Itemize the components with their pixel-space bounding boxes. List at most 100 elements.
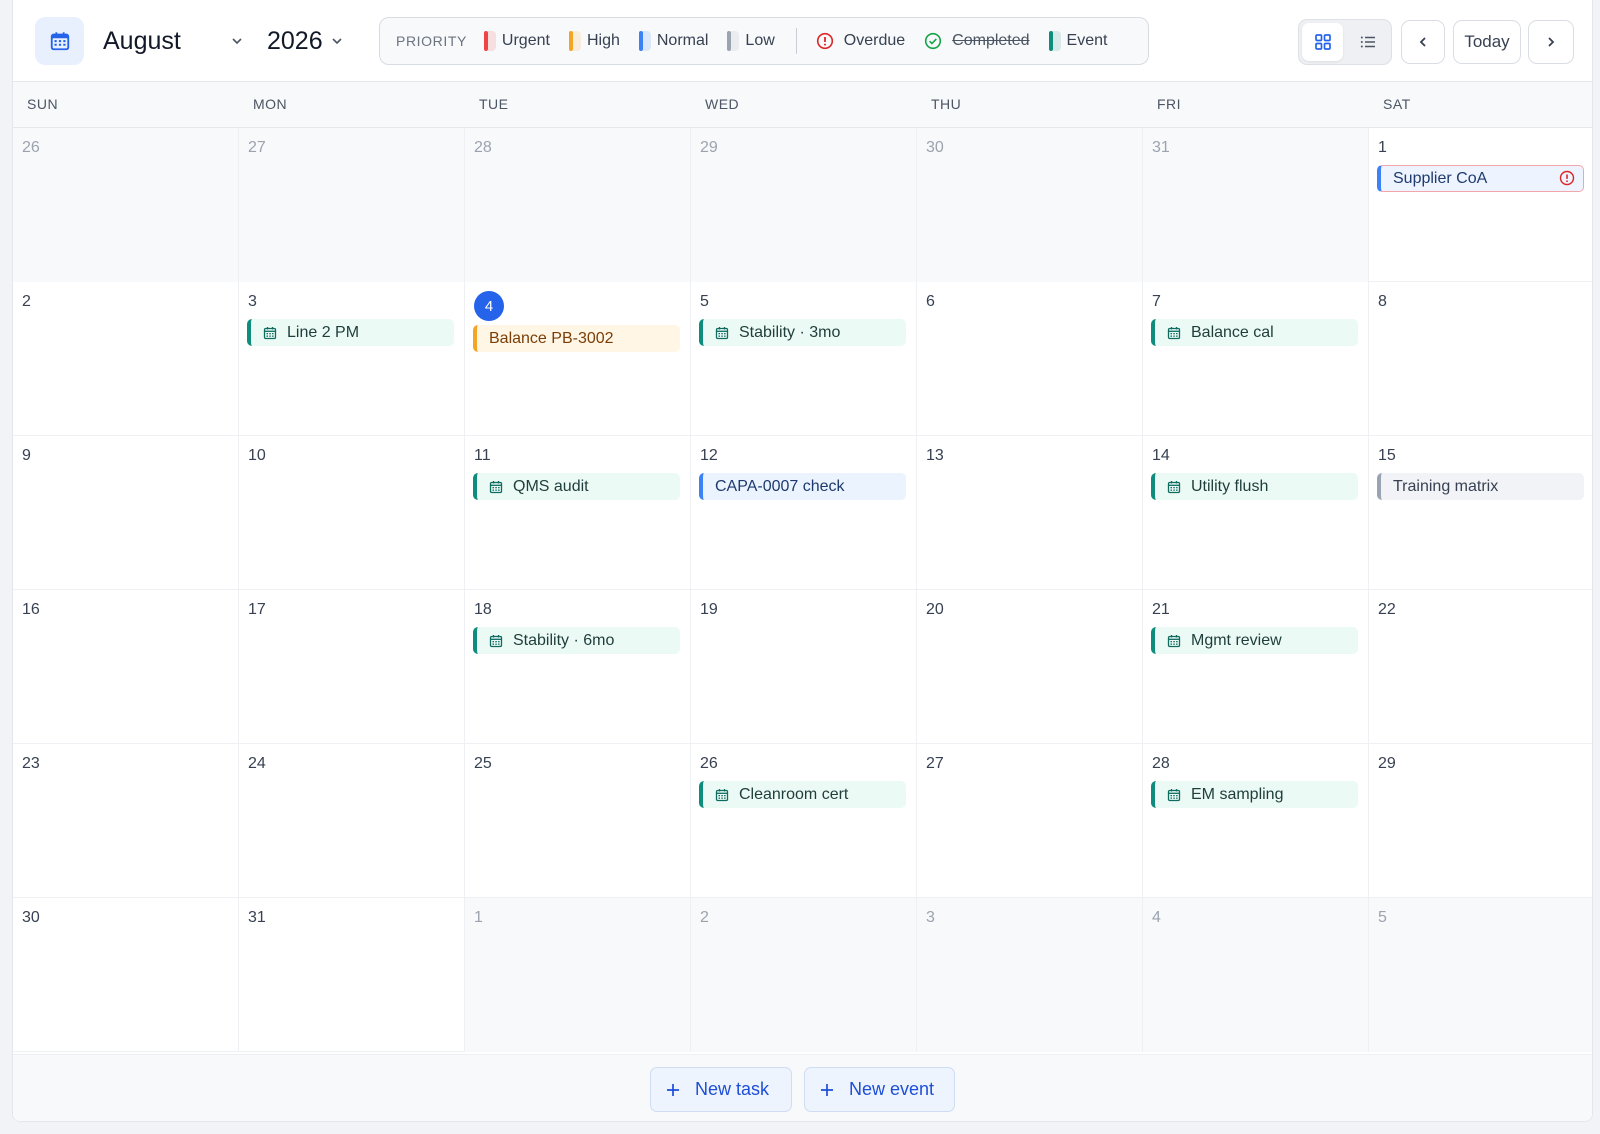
day-cell[interactable]: 6 (917, 282, 1143, 436)
new-task-button[interactable]: New task (650, 1067, 792, 1112)
today-label: Today (1464, 32, 1510, 51)
list-view-button[interactable] (1347, 23, 1388, 61)
day-cell-outside-month[interactable]: 1 (465, 898, 691, 1052)
calendar-event[interactable]: Balance cal (1151, 319, 1358, 346)
day-cell-outside-month[interactable]: 30 (917, 128, 1143, 282)
legend-label: Event (1066, 32, 1108, 49)
item-label: QMS audit (513, 477, 589, 495)
day-cell[interactable]: 24 (239, 744, 465, 898)
day-cell[interactable]: 25 (465, 744, 691, 898)
task-overdue[interactable]: Supplier CoA (1377, 165, 1584, 192)
year-select[interactable]: 2026 (267, 22, 343, 60)
month-select[interactable]: August (103, 22, 243, 60)
calendar-event[interactable]: Line 2 PM (247, 319, 454, 346)
chevron-left-icon (1419, 37, 1426, 47)
day-number: 5 (1378, 909, 1387, 926)
day-cell[interactable]: 28 EM sampling (1143, 744, 1369, 898)
calendar-event[interactable]: Mgmt review (1151, 627, 1358, 654)
day-cell-outside-month[interactable]: 31 (1143, 128, 1369, 282)
legend-completed: Completed (924, 32, 1030, 50)
day-cell[interactable]: 20 (917, 590, 1143, 744)
day-cell[interactable]: 27 (917, 744, 1143, 898)
calendar-event[interactable]: Stability · 3mo (699, 319, 906, 346)
day-cell[interactable]: 26 Cleanroom cert (691, 744, 917, 898)
grid-view-button[interactable] (1302, 23, 1343, 61)
day-number: 12 (700, 447, 718, 464)
day-cell[interactable]: 10 (239, 436, 465, 590)
calendar-icon (489, 480, 503, 494)
grid-view-icon (1314, 34, 1331, 50)
next-month-button[interactable] (1528, 20, 1574, 64)
calendar-icon (35, 17, 84, 65)
calendar-event[interactable]: Cleanroom cert (699, 781, 906, 808)
day-cell[interactable]: 30 (13, 898, 239, 1052)
day-cell[interactable]: 21 Mgmt review (1143, 590, 1369, 744)
day-cell-outside-month[interactable]: 5 (1369, 898, 1592, 1052)
day-number: 3 (926, 909, 935, 926)
calendar-event[interactable]: Utility flush (1151, 473, 1358, 500)
day-number: 28 (1152, 755, 1170, 772)
day-cell[interactable]: 13 (917, 436, 1143, 590)
calendar-footer: New task New event (13, 1054, 1592, 1121)
day-number: 15 (1378, 447, 1396, 464)
day-cell[interactable]: 7 Balance cal (1143, 282, 1369, 436)
calendar-icon (263, 326, 277, 340)
calendar-icon (715, 326, 729, 340)
day-cell[interactable]: 31 (239, 898, 465, 1052)
day-cell[interactable]: 18 Stability · 6mo (465, 590, 691, 744)
day-cell[interactable]: 15 Training matrix (1369, 436, 1592, 590)
day-cell[interactable]: 12 CAPA-0007 check (691, 436, 917, 590)
week-row: 23 24 25 26 Cleanroom cert 27 28 EM sampling 29 (13, 744, 1592, 898)
alert-circle-icon (816, 32, 834, 50)
event-color-marker (1048, 31, 1061, 51)
calendar-event[interactable]: EM sampling (1151, 781, 1358, 808)
task-high[interactable]: Balance PB-3002 (473, 325, 680, 352)
day-cell[interactable]: 2 (13, 282, 239, 436)
day-cell[interactable]: 22 (1369, 590, 1592, 744)
new-task-label: New task (695, 1079, 770, 1099)
new-event-button[interactable]: New event (804, 1067, 955, 1112)
task-low[interactable]: Training matrix (1377, 473, 1584, 500)
day-cell[interactable]: 11 QMS audit (465, 436, 691, 590)
year-label: 2026 (267, 26, 323, 55)
day-cell-outside-month[interactable]: 3 (917, 898, 1143, 1052)
chevron-down-icon (232, 38, 242, 45)
weekday-header: SUN MON TUE WED THU FRI SAT (13, 82, 1592, 128)
day-number: 22 (1378, 601, 1396, 618)
day-cell-outside-month[interactable]: 26 (13, 128, 239, 282)
legend-overdue: Overdue (816, 32, 905, 50)
day-cell[interactable]: 3 Line 2 PM (239, 282, 465, 436)
legend-label: Low (745, 32, 775, 49)
day-number: 4 (1152, 909, 1161, 926)
day-cell[interactable]: 14 Utility flush (1143, 436, 1369, 590)
previous-month-button[interactable] (1401, 20, 1445, 64)
day-cell-outside-month[interactable]: 4 (1143, 898, 1369, 1052)
day-cell-today[interactable]: 4 Balance PB-3002 (465, 282, 691, 436)
calendar-event[interactable]: Stability · 6mo (473, 627, 680, 654)
day-number: 23 (22, 755, 40, 772)
day-cell[interactable]: 29 (1369, 744, 1592, 898)
task-normal[interactable]: CAPA-0007 check (699, 473, 906, 500)
check-circle-icon (924, 32, 942, 50)
day-cell-outside-month[interactable]: 27 (239, 128, 465, 282)
calendar-event[interactable]: QMS audit (473, 473, 680, 500)
item-label: Mgmt review (1191, 631, 1282, 649)
day-number: 3 (248, 293, 257, 310)
day-cell[interactable]: 23 (13, 744, 239, 898)
day-cell[interactable]: 9 (13, 436, 239, 590)
day-cell[interactable]: 1 Supplier CoA (1369, 128, 1592, 282)
day-cell-outside-month[interactable]: 2 (691, 898, 917, 1052)
day-cell-outside-month[interactable]: 28 (465, 128, 691, 282)
day-number: 26 (22, 139, 40, 156)
calendar-icon (1167, 788, 1181, 802)
weekday-label: SUN (27, 96, 59, 112)
day-number: 18 (474, 601, 492, 618)
today-button[interactable]: Today (1453, 20, 1521, 64)
day-cell[interactable]: 19 (691, 590, 917, 744)
chevron-right-icon (1548, 37, 1555, 47)
day-cell[interactable]: 5 Stability · 3mo (691, 282, 917, 436)
day-cell[interactable]: 16 (13, 590, 239, 744)
day-cell[interactable]: 17 (239, 590, 465, 744)
day-cell[interactable]: 8 (1369, 282, 1592, 436)
day-cell-outside-month[interactable]: 29 (691, 128, 917, 282)
